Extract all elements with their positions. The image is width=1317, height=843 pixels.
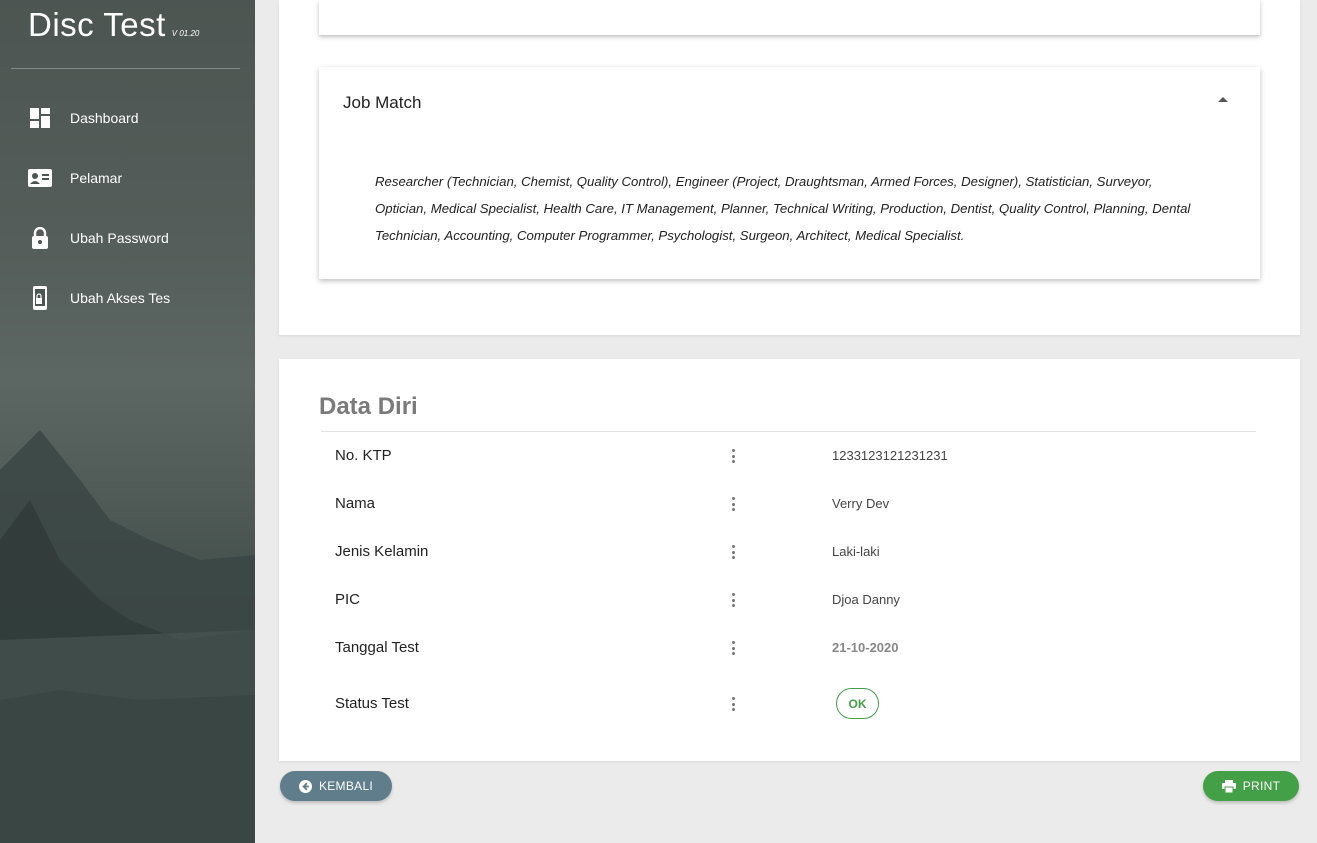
row-label: Status Test bbox=[335, 695, 409, 712]
sidebar-item-label: Dashboard bbox=[70, 110, 139, 126]
sidebar-item-label: Ubah Password bbox=[70, 230, 169, 246]
section-divider bbox=[321, 431, 1256, 432]
more-vertical-icon bbox=[732, 593, 735, 607]
app-version: V 01.20 bbox=[171, 29, 200, 38]
job-match-title: Job Match bbox=[343, 93, 422, 112]
more-vertical-icon bbox=[732, 449, 735, 463]
more-vertical-icon bbox=[732, 697, 735, 711]
section-title: Data Diri bbox=[319, 393, 418, 420]
table-row: Nama Verry Dev bbox=[335, 489, 1235, 519]
status-badge: OK bbox=[836, 688, 879, 719]
sidebar-item-label: Pelamar bbox=[70, 170, 123, 186]
row-label: PIC bbox=[335, 591, 361, 608]
print-button[interactable]: PRINT bbox=[1203, 771, 1299, 801]
table-row: No. KTP 1233123121231231 bbox=[335, 441, 1235, 471]
row-value: Laki-laki bbox=[832, 544, 880, 559]
sidebar-item-label: Ubah Akses Tes bbox=[70, 290, 171, 306]
row-label: Tanggal Test bbox=[335, 639, 419, 656]
row-value: Djoa Danny bbox=[832, 592, 900, 607]
row-label: No. KTP bbox=[335, 447, 392, 464]
table-row: Tanggal Test 21-10-2020 bbox=[335, 633, 1235, 663]
sidebar-divider bbox=[11, 68, 240, 69]
phone-lock-icon bbox=[28, 286, 52, 310]
print-button-label: PRINT bbox=[1242, 779, 1281, 793]
row-value: 1233123121231231 bbox=[832, 448, 948, 463]
sidebar-item-pelamar[interactable]: Pelamar bbox=[0, 156, 255, 200]
lock-icon bbox=[28, 226, 52, 250]
data-diri-card: Data Diri No. KTP 1233123121231231 Nama … bbox=[279, 359, 1300, 761]
row-value: 21-10-2020 bbox=[832, 640, 899, 655]
sidebar-item-dashboard[interactable]: Dashboard bbox=[0, 96, 255, 140]
table-row: PIC Djoa Danny bbox=[335, 585, 1235, 615]
previous-panel bbox=[319, 0, 1260, 35]
printer-icon bbox=[1221, 779, 1236, 793]
brand: Disc Test V 01.20 bbox=[28, 6, 199, 44]
job-match-text: Researcher (Technician, Chemist, Quality… bbox=[375, 174, 1191, 243]
sidebar: Disc Test V 01.20 Dashboard Pelamar Ubah … bbox=[0, 0, 255, 843]
row-label: Nama bbox=[335, 495, 376, 512]
table-row: Jenis Kelamin Laki-laki bbox=[335, 537, 1235, 567]
dashboard-icon bbox=[28, 106, 52, 130]
table-row: Status Test OK bbox=[335, 688, 1235, 719]
row-label: Jenis Kelamin bbox=[335, 543, 429, 560]
more-vertical-icon bbox=[732, 497, 735, 511]
job-match-panel: Job Match Researcher (Technician, Chemis… bbox=[319, 67, 1260, 279]
back-button[interactable]: KEMBALI bbox=[280, 771, 392, 801]
row-value: Verry Dev bbox=[832, 496, 890, 511]
id-card-icon bbox=[28, 166, 52, 190]
app-title: Disc Test bbox=[28, 6, 166, 43]
sidebar-item-ubah-akses-tes[interactable]: Ubah Akses Tes bbox=[0, 276, 255, 320]
more-vertical-icon bbox=[732, 641, 735, 655]
sidebar-item-ubah-password[interactable]: Ubah Password bbox=[0, 216, 255, 260]
collapse-caret-icon[interactable] bbox=[1218, 97, 1228, 102]
back-arrow-icon bbox=[298, 779, 312, 793]
more-vertical-icon bbox=[732, 545, 735, 559]
back-button-label: KEMBALI bbox=[318, 779, 374, 793]
